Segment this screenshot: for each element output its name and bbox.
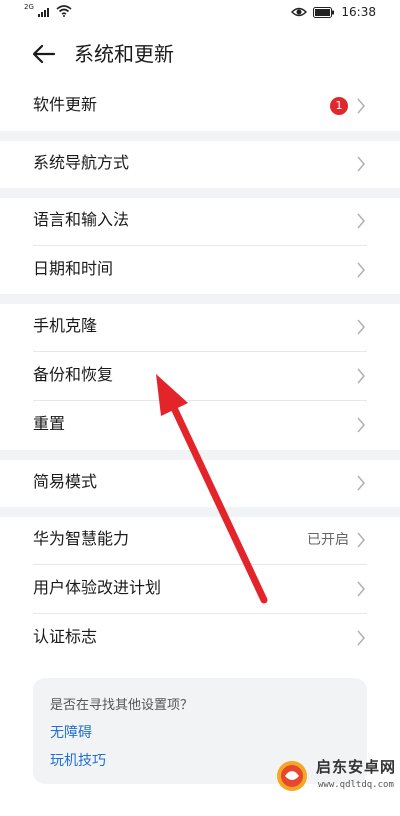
menu-item-language-input[interactable]: 语言和输入法 bbox=[0, 197, 400, 245]
status-time: 16:38 bbox=[341, 5, 376, 19]
chevron-right-icon bbox=[357, 319, 366, 335]
menu-item-label: 认证标志 bbox=[33, 627, 98, 646]
menu-item-simple-mode[interactable]: 简易模式 bbox=[0, 459, 400, 507]
chevron-right-icon bbox=[357, 630, 366, 646]
chevron-right-icon bbox=[357, 417, 366, 433]
update-count-badge: 1 bbox=[330, 97, 348, 115]
menu-item-label: 备份和恢复 bbox=[33, 365, 114, 384]
chevron-right-icon bbox=[357, 213, 366, 229]
back-arrow-icon[interactable] bbox=[30, 40, 58, 68]
menu-item-label: 用户体验改进计划 bbox=[33, 578, 162, 597]
menu-item-label: 日期和时间 bbox=[33, 259, 114, 278]
menu-item-reset[interactable]: 重置 bbox=[0, 401, 400, 449]
chevron-right-icon bbox=[357, 98, 366, 114]
battery-icon bbox=[313, 6, 335, 18]
menu-item-label: 语言和输入法 bbox=[33, 210, 130, 229]
menu-item-certification[interactable]: 认证标志 bbox=[0, 614, 400, 662]
chevron-right-icon bbox=[357, 368, 366, 384]
chevron-right-icon bbox=[357, 156, 366, 172]
help-card-title: 是否在寻找其他设置项？ bbox=[50, 698, 194, 713]
chevron-right-icon bbox=[357, 581, 366, 597]
status-right: 16:38 bbox=[291, 5, 376, 19]
menu-item-huawei-ai[interactable]: 华为智慧能力 已开启 bbox=[0, 516, 400, 564]
menu-item-label: 手机克隆 bbox=[33, 316, 98, 335]
watermark-name: 启东安卓网 bbox=[316, 758, 397, 776]
watermark: 启东安卓网 www.qdltdq.com bbox=[272, 748, 400, 812]
menu-item-phone-clone[interactable]: 手机克隆 bbox=[0, 303, 400, 351]
eye-comfort-icon bbox=[291, 7, 308, 17]
link-phone-tips[interactable]: 玩机技巧 bbox=[50, 750, 106, 770]
menu-item-label: 简易模式 bbox=[33, 472, 98, 491]
signal-icon bbox=[37, 7, 49, 17]
wifi-icon bbox=[56, 5, 72, 17]
status-bar: 2G 16:38 bbox=[0, 0, 400, 26]
menu-item-user-experience[interactable]: 用户体验改进计划 bbox=[0, 565, 400, 613]
menu-item-label: 华为智慧能力 bbox=[33, 529, 130, 548]
menu-item-label: 系统导航方式 bbox=[33, 153, 130, 172]
chevron-right-icon bbox=[357, 532, 366, 548]
chevron-right-icon bbox=[357, 475, 366, 491]
menu-item-backup-restore[interactable]: 备份和恢复 bbox=[0, 352, 400, 400]
watermark-logo-icon bbox=[277, 761, 307, 791]
menu-item-software-update[interactable]: 软件更新 1 bbox=[0, 82, 400, 130]
menu-item-system-navigation[interactable]: 系统导航方式 bbox=[0, 140, 400, 188]
page-header: 系统和更新 bbox=[0, 28, 400, 80]
page-title: 系统和更新 bbox=[74, 42, 174, 66]
chevron-right-icon bbox=[357, 262, 366, 278]
menu-item-label: 软件更新 bbox=[33, 95, 98, 114]
link-accessibility[interactable]: 无障碍 bbox=[50, 722, 92, 742]
network-type-label: 2G bbox=[24, 3, 34, 11]
status-left: 2G bbox=[24, 3, 72, 17]
menu-item-date-time[interactable]: 日期和时间 bbox=[0, 246, 400, 294]
menu-item-status-value: 已开启 bbox=[307, 532, 349, 548]
watermark-url: www.qdltdq.com bbox=[318, 780, 394, 790]
menu-item-label: 重置 bbox=[33, 414, 66, 433]
